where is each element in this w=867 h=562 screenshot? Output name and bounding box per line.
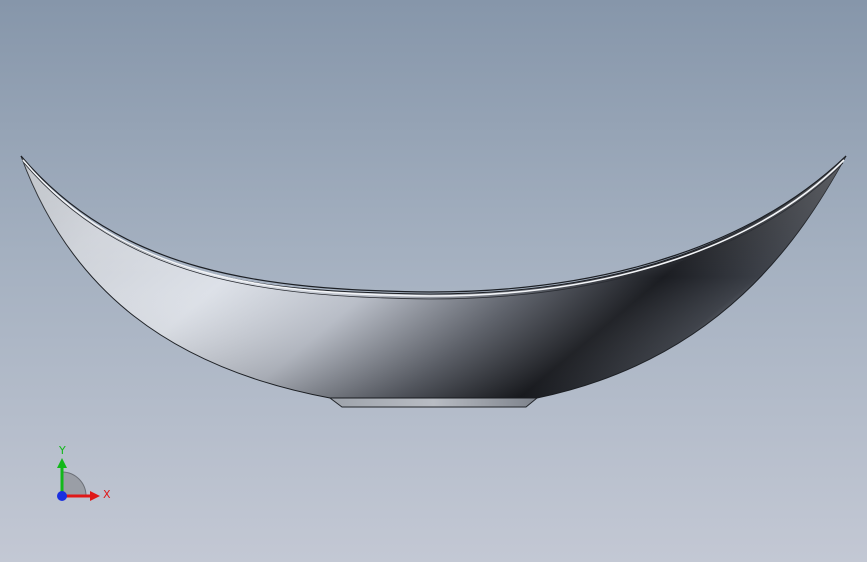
graphics-viewport[interactable]: Y X (0, 0, 867, 562)
triad-y-label: Y (58, 444, 66, 457)
z-axis-icon (57, 491, 67, 501)
reference-triad: Y X (57, 444, 111, 501)
part-model[interactable] (0, 0, 867, 562)
triad-arc-icon (61, 471, 87, 497)
triad-x-label: X (103, 488, 111, 501)
base-foot (328, 397, 539, 408)
